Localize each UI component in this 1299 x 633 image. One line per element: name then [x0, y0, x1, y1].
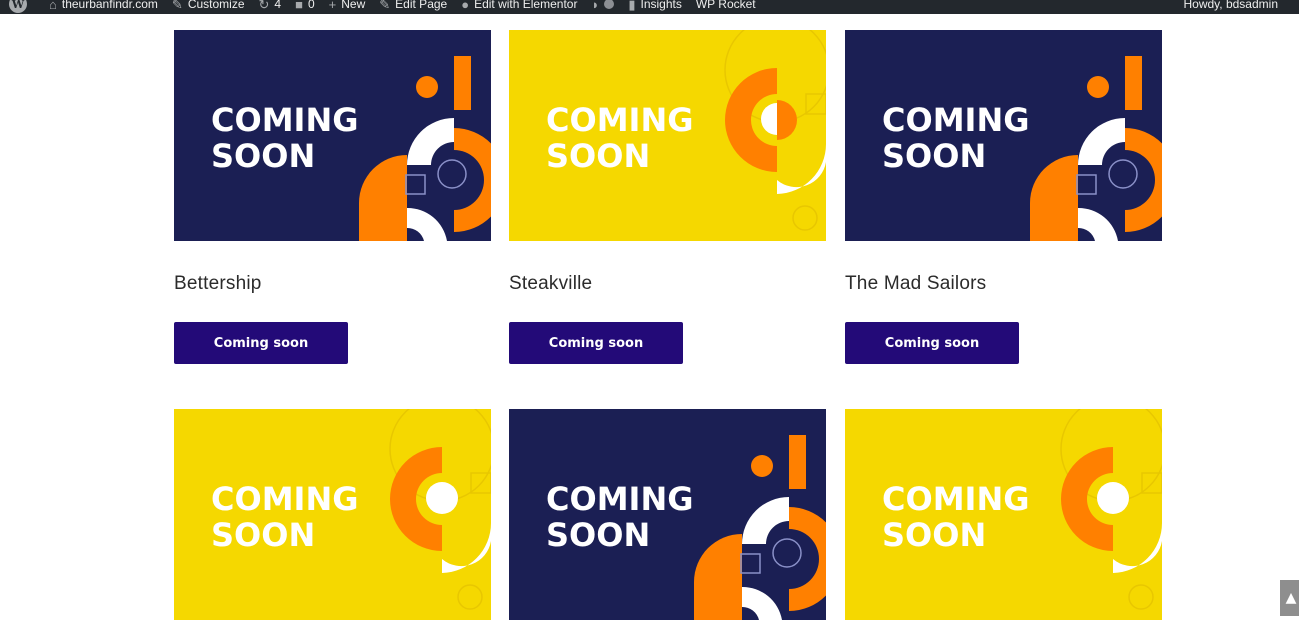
new-content-link[interactable]: + New — [322, 0, 373, 14]
project-card: COMING SOON — [509, 409, 826, 620]
svg-text:COMING: COMING — [546, 101, 693, 139]
comments-link[interactable]: ■ 0 — [288, 0, 322, 14]
project-title[interactable]: Bettership — [174, 273, 262, 295]
brush-icon: ✎ — [171, 0, 183, 12]
new-label: New — [341, 0, 366, 11]
scroll-to-top-button[interactable]: ▲ — [1280, 580, 1299, 616]
edit-elementor-label: Edit with Elementor — [474, 0, 578, 11]
comment-icon: ■ — [295, 0, 303, 12]
svg-text:SOON: SOON — [211, 516, 315, 554]
edit-elementor-link[interactable]: ● Edit with Elementor — [454, 0, 584, 14]
project-title[interactable]: Steakville — [509, 273, 592, 295]
svg-text:COMING: COMING — [882, 101, 1029, 139]
plus-icon: + — [328, 0, 337, 12]
chevron-up-icon: ▲ — [1285, 590, 1297, 606]
updates-link[interactable]: ↻ 4 — [252, 0, 289, 14]
coming-soon-thumbnail[interactable]: COMING SOON — [845, 30, 1162, 241]
coming-soon-thumbnail[interactable]: COMING SOON — [174, 409, 491, 620]
updates-icon: ↻ — [258, 0, 270, 12]
seo-menu[interactable]: ◗ — [584, 0, 621, 14]
comments-count: 0 — [307, 0, 315, 11]
wordpress-menu[interactable]: W — [0, 0, 42, 14]
svg-text:SOON: SOON — [211, 137, 315, 175]
admin-bar: W ⌂ theurbanfindr.com ✎ Customize ↻ 4 ■ … — [0, 0, 1299, 14]
seo-status-dot-icon — [604, 0, 615, 9]
coming-soon-thumbnail[interactable]: COMING SOON — [509, 409, 826, 620]
wp-rocket-label: WP Rocket — [695, 0, 756, 11]
coming-soon-thumbnail[interactable]: COMING SOON — [845, 409, 1162, 620]
project-card: COMING SOON — [845, 409, 1162, 620]
project-card: COMING SOON Bettership Coming soon — [174, 30, 491, 364]
insights-link[interactable]: ▮ Insights — [621, 0, 689, 14]
account-menu[interactable]: Howdy, bdsadmin — [1177, 0, 1286, 14]
site-name-link[interactable]: ⌂ theurbanfindr.com — [42, 0, 165, 14]
edit-page-link[interactable]: ✎ Edit Page — [372, 0, 454, 14]
svg-text:COMING: COMING — [211, 480, 358, 518]
insights-label: Insights — [640, 0, 682, 11]
customize-label: Customize — [187, 0, 245, 11]
svg-text:SOON: SOON — [546, 516, 650, 554]
wordpress-logo-icon: W — [9, 0, 27, 13]
svg-text:COMING: COMING — [546, 480, 693, 518]
svg-text:SOON: SOON — [882, 137, 986, 175]
project-card: COMING SOON The Mad Sailors Coming soon — [845, 30, 1162, 364]
project-card: COMING SOON Steakville Coming soon — [509, 30, 826, 364]
project-title[interactable]: The Mad Sailors — [845, 273, 986, 295]
updates-count: 4 — [274, 0, 282, 11]
coming-soon-button[interactable]: Coming soon — [174, 322, 348, 364]
svg-text:COMING: COMING — [211, 101, 358, 139]
coming-soon-button[interactable]: Coming soon — [509, 322, 683, 364]
coming-soon-thumbnail[interactable]: COMING SOON — [174, 30, 491, 241]
svg-text:SOON: SOON — [882, 516, 986, 554]
edit-page-label: Edit Page — [395, 0, 448, 11]
coming-soon-thumbnail[interactable]: COMING SOON — [509, 30, 826, 241]
svg-text:SOON: SOON — [546, 137, 650, 175]
howdy-label: Howdy, bdsadmin — [1183, 0, 1279, 11]
elementor-icon: ● — [461, 0, 470, 12]
bar-chart-icon: ▮ — [628, 0, 636, 12]
home-icon: ⌂ — [49, 0, 57, 12]
pencil-icon: ✎ — [379, 0, 391, 12]
coming-soon-button[interactable]: Coming soon — [845, 322, 1019, 364]
svg-text:COMING: COMING — [882, 480, 1029, 518]
yoast-icon: ◗ — [591, 0, 600, 12]
site-name-label: theurbanfindr.com — [61, 0, 158, 11]
wp-rocket-link[interactable]: WP Rocket — [689, 0, 763, 14]
project-card: COMING SOON — [174, 409, 491, 620]
customize-link[interactable]: ✎ Customize — [165, 0, 252, 14]
